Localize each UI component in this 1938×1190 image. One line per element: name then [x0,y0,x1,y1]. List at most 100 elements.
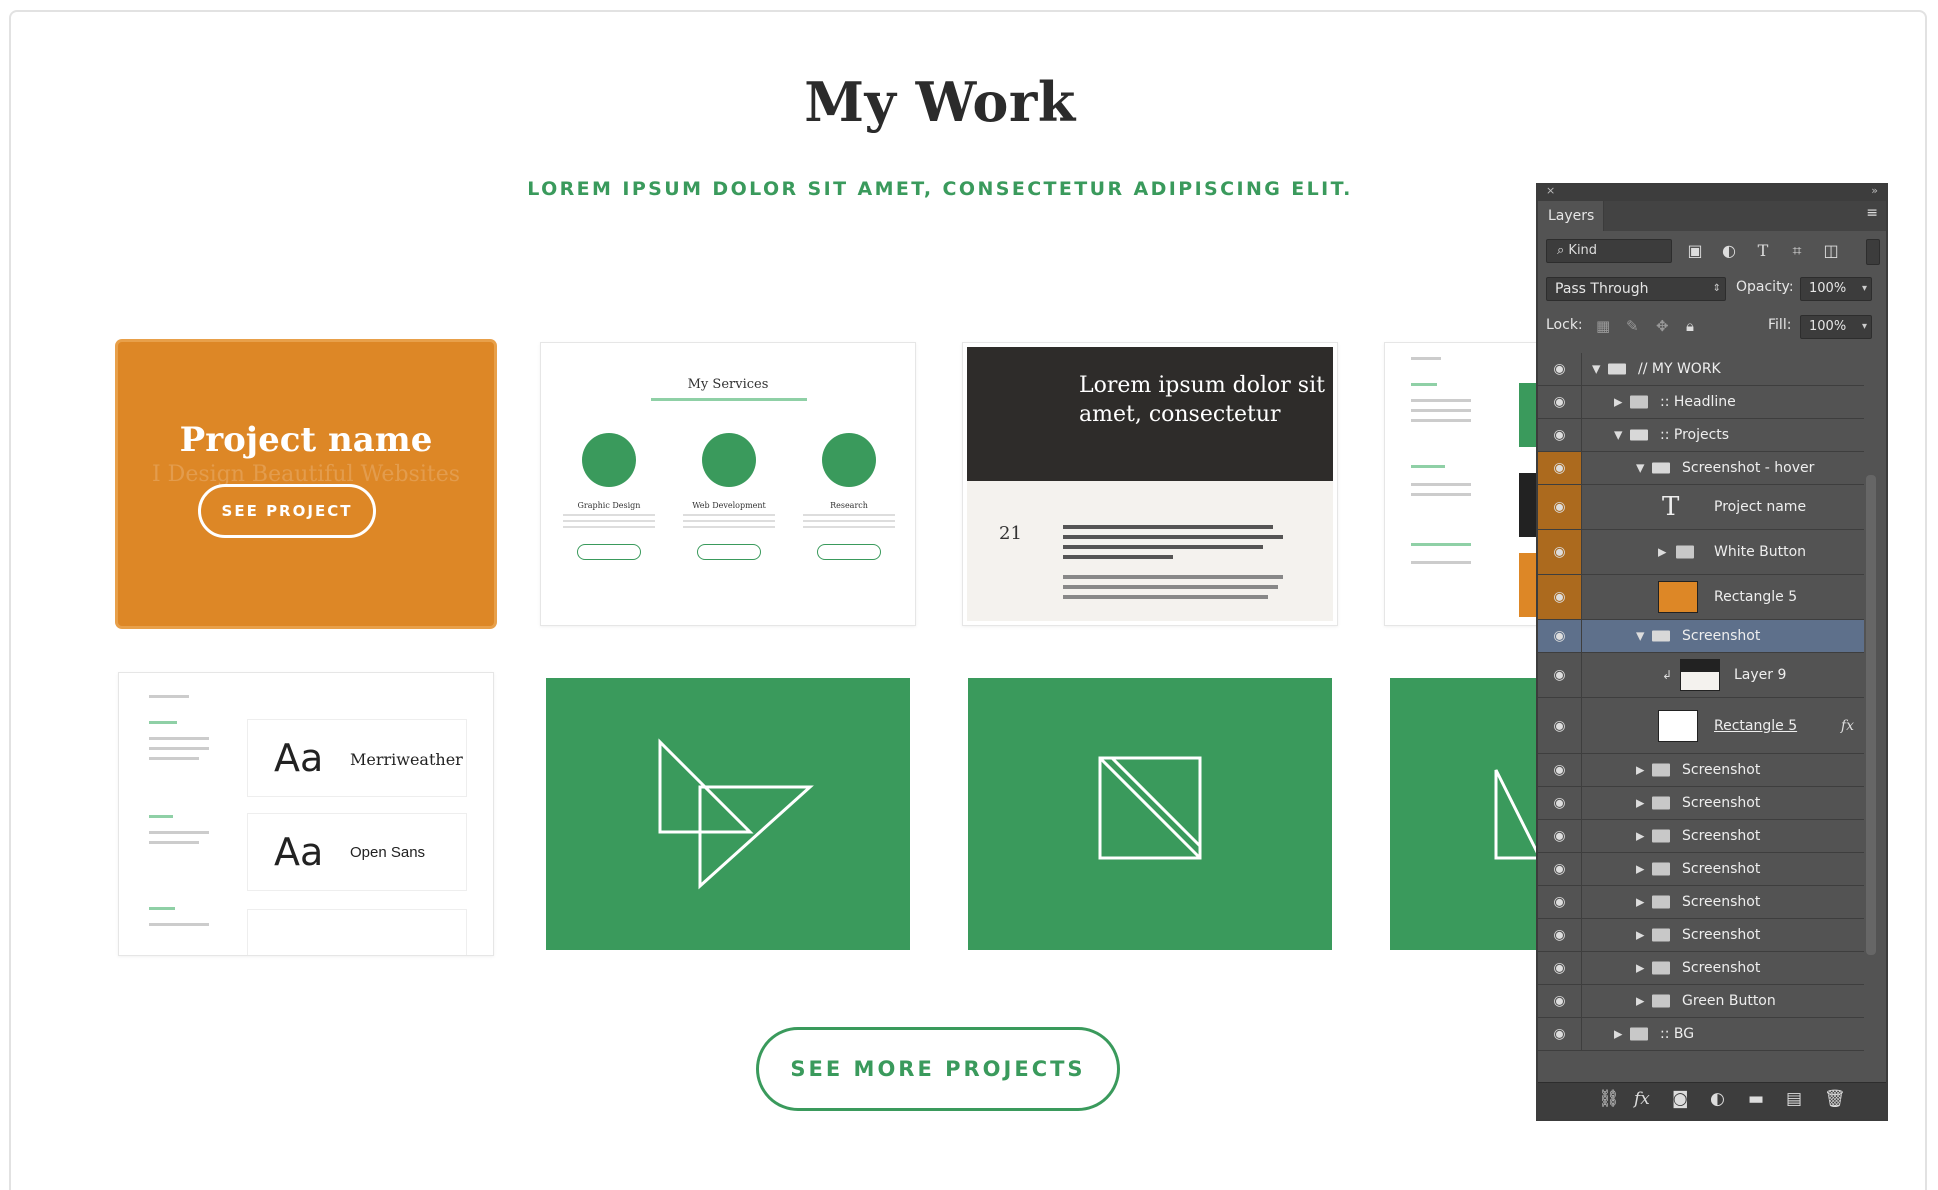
layer-row[interactable]: ◉ T Project name [1538,485,1864,530]
layer-row[interactable]: ◉ ↲ Layer 9 [1538,653,1864,698]
layer-row[interactable]: ◉ ▶ Screenshot [1538,952,1864,985]
type-filter-icon[interactable]: T [1752,241,1774,261]
eye-icon[interactable]: ◉ [1538,386,1582,418]
lock-position-icon[interactable]: ✥ [1656,317,1669,335]
adjustment-layer-icon[interactable]: ◐ [1710,1089,1725,1109]
layer-name: :: Headline [1660,394,1736,410]
project-card-typography[interactable]: Aa Merriweather Aa Open Sans [118,672,494,956]
layer-row[interactable]: ◉ ▼ // MY WORK [1538,353,1864,386]
filter-kind-select[interactable]: ⌕ Kind [1546,239,1672,263]
service-button [577,544,641,560]
eye-icon[interactable]: ◉ [1538,1018,1582,1050]
fill-value: 100% [1809,319,1847,334]
opacity-input[interactable]: 100% ▾ [1800,277,1872,301]
folder-icon [1652,763,1670,777]
shape-filter-icon[interactable]: ⌗ [1786,241,1808,261]
eye-icon[interactable]: ◉ [1538,452,1582,484]
eye-icon[interactable]: ◉ [1538,419,1582,451]
layer-name: Project name [1714,499,1807,515]
link-icon[interactable]: ⛓ [1598,1089,1620,1109]
text-layer-icon: T [1662,492,1680,522]
layer-row-selected[interactable]: ◉ ▼ Screenshot [1538,620,1864,653]
eye-icon[interactable]: ◉ [1538,698,1582,753]
panel-menu-icon[interactable]: ≡ [1866,205,1878,221]
project-card-services[interactable]: My Services Graphic Design Web Developme… [540,342,916,626]
chevron-down-icon[interactable]: ▾ [1862,316,1867,338]
layer-row[interactable]: ◉ Rectangle 5 fx [1538,698,1864,754]
smart-object-filter-icon[interactable]: ◫ [1820,241,1842,261]
layer-row[interactable]: ◉ ▶ Screenshot [1538,886,1864,919]
chevron-right-icon[interactable]: ▶ [1636,995,1644,1008]
layer-row[interactable]: ◉ ▶ Screenshot [1538,820,1864,853]
eye-icon[interactable]: ◉ [1538,919,1582,951]
chevron-right-icon[interactable]: ▶ [1636,830,1644,843]
chevron-down-icon[interactable]: ▼ [1614,429,1622,442]
eye-icon[interactable]: ◉ [1538,985,1582,1017]
tab-layers[interactable]: Layers [1538,201,1604,231]
chevron-right-icon[interactable]: ▶ [1636,962,1644,975]
layer-row[interactable]: ◉ ▶ Screenshot [1538,754,1864,787]
mask-icon[interactable]: ◙ [1672,1089,1689,1109]
see-project-button[interactable]: SEE PROJECT [198,484,376,538]
chevron-right-icon[interactable]: ▶ [1636,929,1644,942]
trash-icon[interactable]: 🗑︎ [1824,1089,1846,1109]
layer-row[interactable]: ◉ Rectangle 5 [1538,575,1864,620]
lock-pixels-icon[interactable]: ▦ [1596,317,1610,335]
layer-effects-icon[interactable]: fx [1841,718,1854,734]
layer-row[interactable]: ◉ ▶ :: Headline [1538,386,1864,419]
new-group-icon[interactable]: ▬ [1748,1089,1764,1109]
eye-icon[interactable]: ◉ [1538,787,1582,819]
layers-scrollbar[interactable] [1866,475,1876,955]
layer-row[interactable]: ◉ ▼ :: Projects [1538,419,1864,452]
panel-titlebar: × » [1538,185,1886,201]
chevron-right-icon[interactable]: ▶ [1636,896,1644,909]
chevron-right-icon[interactable]: ▶ [1636,764,1644,777]
eye-icon[interactable]: ◉ [1538,886,1582,918]
eye-icon[interactable]: ◉ [1538,353,1582,385]
image-filter-icon[interactable]: ▣ [1684,241,1706,261]
lock-all-icon[interactable]: 🔒︎ [1686,317,1694,335]
see-more-projects-button[interactable]: SEE MORE PROJECTS [756,1027,1120,1111]
eye-icon[interactable]: ◉ [1538,653,1582,697]
eye-icon[interactable]: ◉ [1538,820,1582,852]
chevron-right-icon[interactable]: ▶ [1636,863,1644,876]
layer-row[interactable]: ◉ ▶ White Button [1538,530,1864,575]
close-icon[interactable]: × [1546,185,1555,197]
chevron-right-icon[interactable]: ▶ [1614,396,1622,409]
layer-name: Screenshot [1682,628,1761,644]
project-card-green[interactable] [962,672,1338,956]
chevron-right-icon[interactable]: ▶ [1658,546,1666,559]
eye-icon[interactable]: ◉ [1538,530,1582,574]
layer-row[interactable]: ◉ ▶ Green Button [1538,985,1864,1018]
folder-icon [1630,395,1648,409]
adjustment-filter-icon[interactable]: ◐ [1718,241,1740,261]
chevron-down-icon[interactable]: ▼ [1636,630,1644,643]
lock-brush-icon[interactable]: ✎ [1626,317,1639,335]
layer-row[interactable]: ◉ ▶ Screenshot [1538,787,1864,820]
layer-row[interactable]: ◉ ▶ Screenshot [1538,919,1864,952]
layer-row[interactable]: ◉ ▼ Screenshot - hover [1538,452,1864,485]
layer-row[interactable]: ◉ ▶ :: BG [1538,1018,1864,1051]
chevron-right-icon[interactable]: ▶ [1614,1028,1622,1041]
new-layer-icon[interactable]: ▤ [1786,1089,1802,1109]
chevron-down-icon[interactable]: ▾ [1862,278,1867,300]
chevron-right-icon[interactable]: ▶ [1636,797,1644,810]
filter-toggle[interactable] [1866,239,1880,265]
collapse-icon[interactable]: » [1871,185,1878,197]
eye-icon[interactable]: ◉ [1538,575,1582,619]
eye-icon[interactable]: ◉ [1538,485,1582,529]
chevron-down-icon[interactable]: ▼ [1592,363,1600,376]
project-card-green[interactable] [540,672,916,956]
fill-input[interactable]: 100% ▾ [1800,315,1872,339]
project-card-hover[interactable]: I Design Beautiful Websites Project name… [118,342,494,626]
eye-icon[interactable]: ◉ [1538,754,1582,786]
blend-mode-select[interactable]: Pass Through ⇕ [1546,277,1726,301]
eye-icon[interactable]: ◉ [1538,620,1582,652]
eye-icon[interactable]: ◉ [1538,952,1582,984]
fx-icon[interactable]: fx [1634,1089,1650,1109]
layer-row[interactable]: ◉ ▶ Screenshot [1538,853,1864,886]
eye-icon[interactable]: ◉ [1538,853,1582,885]
pen-tool-icon [658,738,814,890]
project-card-blog[interactable]: Lorem ipsum dolor sit amet, consectetur … [962,342,1338,626]
chevron-down-icon[interactable]: ▼ [1636,462,1644,475]
